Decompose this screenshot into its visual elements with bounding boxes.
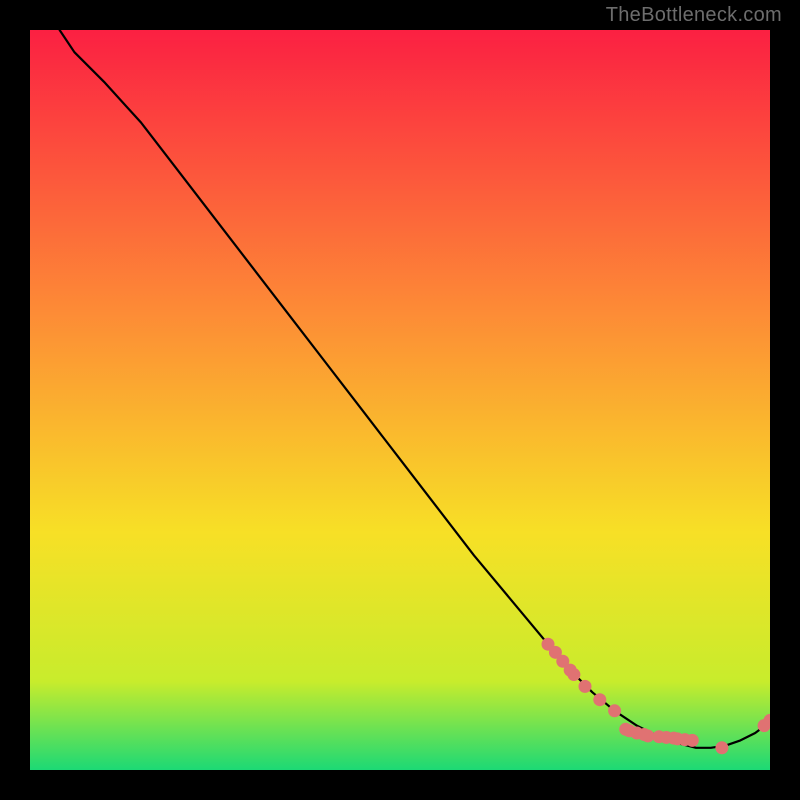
data-marker — [593, 693, 606, 706]
data-marker — [579, 680, 592, 693]
data-marker — [567, 668, 580, 681]
data-marker — [608, 704, 621, 717]
data-marker — [715, 741, 728, 754]
data-marker — [686, 734, 699, 747]
gradient-bg — [30, 30, 770, 770]
chart-svg — [30, 30, 770, 770]
data-marker — [641, 729, 654, 742]
plot-area — [30, 30, 770, 770]
watermark-text: TheBottleneck.com — [606, 4, 782, 27]
chart-stage: TheBottleneck.com — [0, 0, 800, 800]
